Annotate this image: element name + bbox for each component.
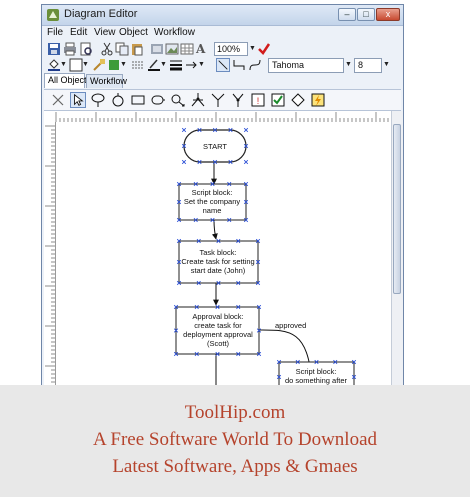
line-dash-icon[interactable]: [131, 58, 145, 72]
format-painter-icon[interactable]: [92, 58, 106, 72]
footer-site-name: ToolHip.com: [184, 402, 286, 423]
minimize-button[interactable]: –: [338, 8, 356, 21]
line-color-dropdown-icon[interactable]: ▼: [159, 58, 168, 72]
title-bar[interactable]: Diagram Editor – □ x: [42, 5, 403, 26]
script-icon[interactable]: [310, 92, 326, 108]
scrollbar-thumb[interactable]: [393, 124, 401, 294]
approval1-line-1: Approval block:: [192, 312, 243, 321]
script1-line-3: name: [203, 206, 222, 215]
curved-connector-icon[interactable]: [248, 58, 262, 72]
font-size-dropdown-icon[interactable]: ▼: [382, 58, 391, 72]
close-icon[interactable]: [50, 92, 66, 108]
text-tool-icon[interactable]: A: [196, 42, 210, 56]
connector-icon[interactable]: [90, 92, 106, 108]
menu-file[interactable]: File: [47, 27, 63, 38]
copy-icon[interactable]: [115, 42, 129, 56]
menu-edit[interactable]: Edit: [70, 27, 87, 38]
fill-dropdown-icon[interactable]: ▼: [59, 58, 68, 72]
footer-tagline-1: A Free Software World To Download: [92, 429, 378, 450]
split-icon[interactable]: [190, 92, 206, 108]
straight-connector-icon[interactable]: [216, 58, 230, 72]
diamond-icon[interactable]: [290, 92, 306, 108]
window-title: Diagram Editor: [64, 8, 138, 20]
footer-banner: ToolHip.com A Free Software World To Dow…: [0, 385, 470, 497]
table-icon[interactable]: [180, 42, 194, 56]
approval1-line-2: create task for: [194, 321, 242, 330]
task1-line-1: Task block:: [199, 248, 236, 257]
tab-all-objects[interactable]: All Objects: [44, 73, 91, 88]
edge-label-approved: approved: [275, 321, 306, 330]
vertical-scrollbar[interactable]: [391, 111, 403, 385]
start-label: START: [203, 142, 227, 151]
diagram-editor-window: Diagram Editor – □ x File Edit View Obje…: [41, 4, 404, 387]
script2-line-2: do something after: [285, 376, 348, 385]
merge-icon[interactable]: [210, 92, 226, 108]
zoom-select[interactable]: 100%: [214, 42, 248, 56]
cloud-icon[interactable]: [170, 92, 186, 108]
save-icon[interactable]: [47, 42, 61, 56]
line-weight-icon[interactable]: [169, 58, 183, 72]
font-size-select[interactable]: 8: [354, 58, 382, 73]
format-toolbar: ▼ ▼ ▼ ▼ ▼ Tahoma ▼ 8 ▼: [44, 57, 401, 74]
menu-workflow[interactable]: Workflow: [154, 27, 195, 38]
image-icon[interactable]: [165, 42, 179, 56]
maximize-button[interactable]: □: [357, 8, 375, 21]
paste-icon[interactable]: [130, 42, 144, 56]
script-block-node[interactable]: Script block: Set the company name: [178, 183, 247, 221]
task1-line-3: start date (John): [191, 266, 246, 275]
diagram-canvas[interactable]: approved START Script block: Set the com…: [56, 122, 391, 387]
menu-bar: File Edit View Object Workflow: [42, 26, 403, 41]
approval-block-node[interactable]: Approval block: create task for deployme…: [175, 306, 260, 355]
script2-line-1: Script block:: [296, 367, 337, 376]
print-preview-icon[interactable]: [79, 42, 93, 56]
elbow-connector-icon[interactable]: [232, 58, 246, 72]
checkbox-icon[interactable]: [270, 92, 286, 108]
tab-workflow[interactable]: Workflow: [86, 74, 127, 88]
menu-view[interactable]: View: [94, 27, 116, 38]
rounded-rect-icon[interactable]: [110, 92, 126, 108]
start-node[interactable]: START: [183, 129, 247, 163]
color-dropdown-icon[interactable]: ▼: [119, 58, 128, 72]
script-block-2-node[interactable]: Script block: do something after: [278, 361, 355, 387]
vertical-ruler: [44, 122, 56, 387]
cut-icon[interactable]: [100, 42, 114, 56]
font-name-select[interactable]: Tahoma: [268, 58, 344, 73]
script1-line-1: Script block:: [192, 188, 233, 197]
fork-icon[interactable]: [230, 92, 246, 108]
standard-toolbar: A 100% ▼: [44, 41, 401, 58]
script1-line-2: Set the company: [184, 197, 241, 206]
task-block-node[interactable]: Task block: Create task for setting star…: [178, 240, 259, 284]
approval-icon[interactable]: !: [250, 92, 266, 108]
app-icon: [47, 9, 59, 21]
print-icon[interactable]: [63, 42, 77, 56]
line-ends-dropdown-icon[interactable]: ▼: [197, 58, 206, 72]
close-button[interactable]: x: [376, 8, 400, 21]
style-dropdown-icon[interactable]: ▼: [81, 58, 90, 72]
rect-icon[interactable]: [130, 92, 146, 108]
approval1-line-4: (Scott): [207, 339, 230, 348]
menu-object[interactable]: Object: [119, 27, 148, 38]
svg-text:!: !: [257, 96, 260, 106]
apply-check-icon[interactable]: [257, 42, 271, 56]
font-dropdown-icon[interactable]: ▼: [344, 58, 353, 72]
pointer-icon[interactable]: [70, 92, 86, 108]
edge-script1-task1: [211, 219, 218, 240]
approval1-line-3: deployment approval: [183, 330, 253, 339]
shape-toolbar: !: [44, 89, 401, 111]
zoom-dropdown-icon[interactable]: ▼: [248, 42, 257, 56]
task1-line-2: Create task for setting: [181, 257, 254, 266]
ellipse-icon[interactable]: [150, 92, 166, 108]
footer-tagline-2: Latest Software, Apps & Gmaes: [112, 456, 358, 477]
group-icon[interactable]: [150, 42, 164, 56]
